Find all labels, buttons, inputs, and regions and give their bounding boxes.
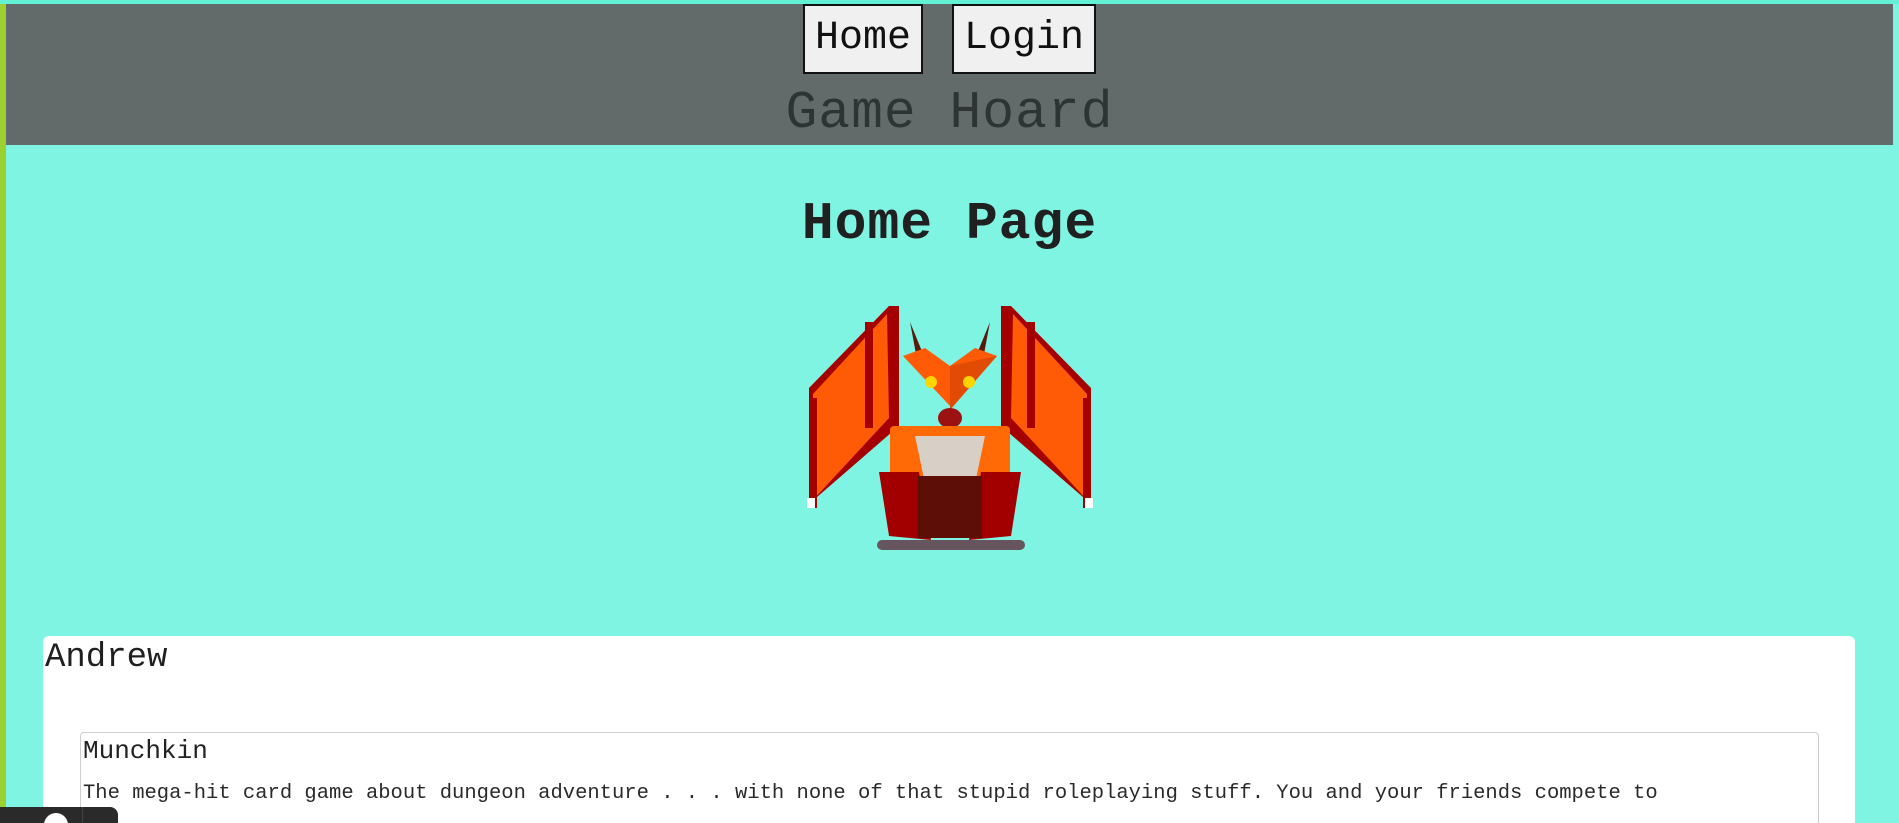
right-wing-panel (1011, 314, 1087, 500)
corner-divider (82, 807, 83, 823)
collection-card: Andrew Munchkin The mega-hit card game a… (43, 636, 1855, 823)
left-wing-panel (813, 314, 889, 500)
corner-widget[interactable] (0, 807, 118, 823)
right-eye (963, 376, 975, 388)
game-item: Munchkin The mega-hit card game about du… (80, 732, 1819, 823)
game-description: The mega-hit card game about dungeon adv… (83, 782, 1658, 805)
site-title: Game Hoard (785, 83, 1114, 143)
dragon-snout (938, 408, 962, 428)
right-wing-spar (1083, 398, 1091, 508)
corner-icon (44, 813, 68, 823)
dragon-image (795, 286, 1105, 566)
dragon-lower-body (918, 476, 982, 538)
login-button[interactable]: Login (951, 4, 1097, 74)
game-title: Munchkin (83, 736, 208, 766)
right-claw-tip (1085, 498, 1093, 508)
home-button[interactable]: Home (802, 4, 923, 74)
dragon-shadow (877, 540, 1025, 550)
dragon-illustration (807, 306, 1093, 550)
page-title: Home Page (801, 193, 1098, 254)
site-header: Home Login Game Hoard (6, 4, 1893, 145)
left-wing-rib (865, 322, 873, 428)
top-nav: Home Login (6, 4, 1893, 78)
left-claw-tip (807, 498, 815, 508)
left-eye (925, 376, 937, 388)
left-wing-spar (809, 398, 817, 508)
collection-owner: Andrew (45, 639, 168, 677)
right-wing-rib (1027, 322, 1035, 428)
